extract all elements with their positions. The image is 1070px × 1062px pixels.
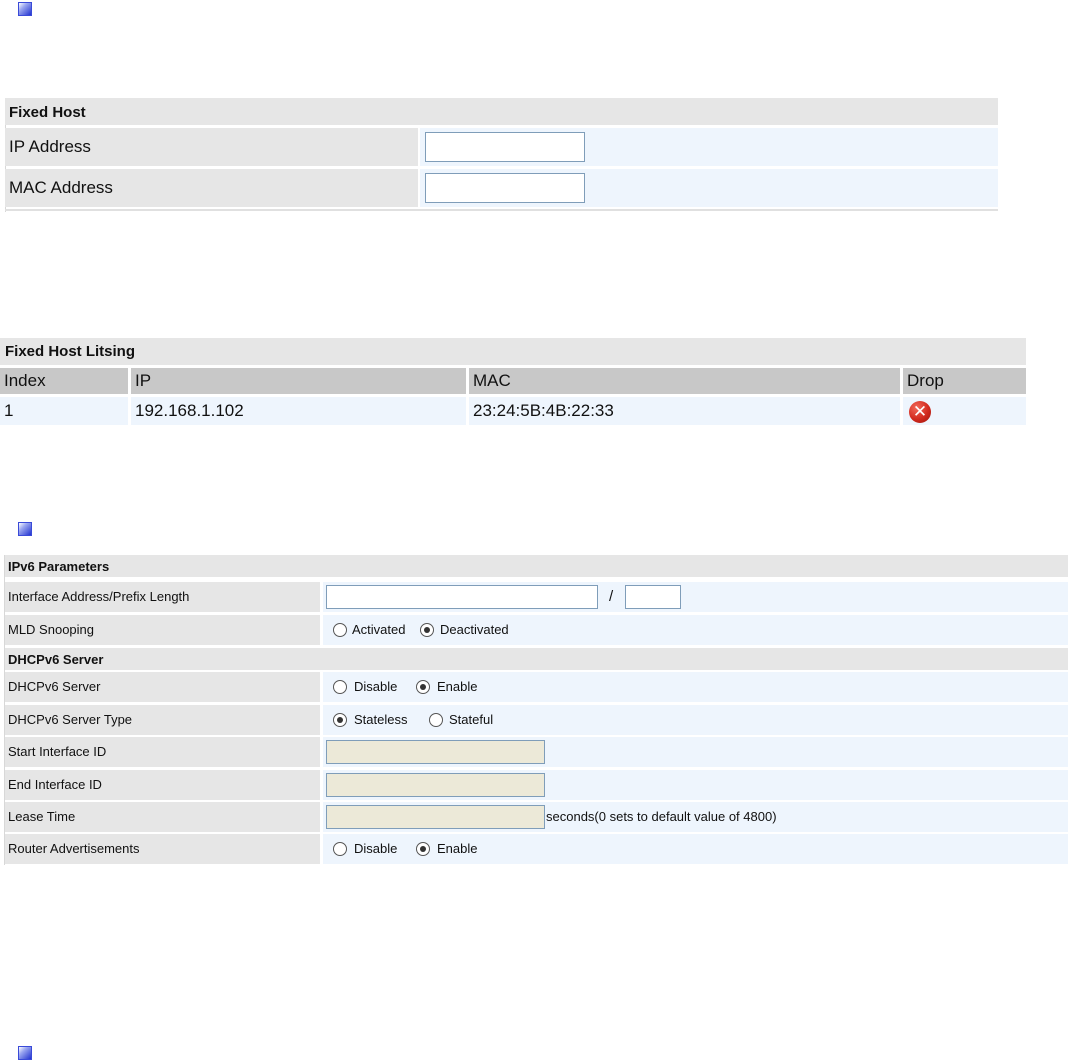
mac-address-row: MAC Address xyxy=(5,169,998,209)
dhcpv6-server-label: DHCPv6 Server xyxy=(4,672,320,702)
lease-time-input[interactable] xyxy=(326,805,545,829)
start-interface-id-row: Start Interface ID xyxy=(4,737,1068,767)
prefix-length-input[interactable] xyxy=(625,585,681,609)
start-interface-id-label: Start Interface ID xyxy=(4,737,320,767)
mld-activated-label: Activated xyxy=(352,622,406,637)
interface-address-input[interactable] xyxy=(326,585,598,609)
ra-enable-radio[interactable] xyxy=(416,842,430,856)
listing-title: Fixed Host Litsing xyxy=(0,338,1026,365)
dhcpv6-enable-label: Enable xyxy=(437,679,478,694)
table-cell-drop: ✕ xyxy=(903,397,1026,425)
section-bullet-icon xyxy=(18,2,32,16)
end-interface-id-input[interactable] xyxy=(326,773,545,797)
column-header-index: Index xyxy=(0,368,128,394)
ip-address-row: IP Address xyxy=(5,128,998,168)
mac-address-input[interactable] xyxy=(425,173,585,203)
ra-disable-radio[interactable] xyxy=(333,842,347,856)
ip-address-input[interactable] xyxy=(425,132,585,162)
end-interface-id-label: End Interface ID xyxy=(4,770,320,800)
stateless-radio[interactable] xyxy=(333,713,347,727)
dhcpv6-disable-label: Disable xyxy=(354,679,398,694)
dhcpv6-enable-radio[interactable] xyxy=(416,680,430,694)
dhcpv6-server-type-label: DHCPv6 Server Type xyxy=(4,705,320,735)
router-advertisements-row: Router Advertisements Disable Enable xyxy=(4,834,1068,864)
mld-deactivated-radio[interactable] xyxy=(420,623,434,637)
section-bullet-icon xyxy=(18,522,32,536)
fixed-host-panel: Fixed Host IP Address MAC Address xyxy=(5,98,998,212)
ra-disable-label: Disable xyxy=(354,841,398,856)
mld-activated-radio[interactable] xyxy=(333,623,347,637)
column-header-drop: Drop xyxy=(903,368,1026,394)
ipv6-parameters-panel: IPv6 Parameters Interface Address/Prefix… xyxy=(4,555,1068,865)
dhcpv6-disable-radio[interactable] xyxy=(333,680,347,694)
fixed-host-listing: Fixed Host Litsing Index IP MAC Drop 1 1… xyxy=(0,338,1026,428)
stateless-label: Stateless xyxy=(354,712,408,727)
column-header-ip: IP xyxy=(131,368,466,394)
table-cell-index: 1 xyxy=(0,397,128,425)
ra-enable-label: Enable xyxy=(437,841,478,856)
lease-time-hint: seconds(0 sets to default value of 4800) xyxy=(546,809,777,824)
table-cell-ip: 192.168.1.102 xyxy=(131,397,466,425)
dhcpv6-server-type-row: DHCPv6 Server Type Stateless Stateful xyxy=(4,705,1068,735)
slash-separator: / xyxy=(609,588,614,605)
fixed-host-title: Fixed Host xyxy=(5,98,998,125)
divider xyxy=(4,555,5,865)
section-bullet-icon xyxy=(18,1046,32,1060)
mld-deactivated-label: Deactivated xyxy=(440,622,509,637)
interface-address-label: Interface Address/Prefix Length xyxy=(4,582,320,612)
divider xyxy=(5,209,998,211)
mld-snooping-row: MLD Snooping Activated Deactivated xyxy=(4,615,1068,645)
mld-snooping-label: MLD Snooping xyxy=(4,615,320,645)
ip-address-label: IP Address xyxy=(5,128,418,166)
dhcpv6-server-row: DHCPv6 Server Disable Enable xyxy=(4,672,1068,702)
end-interface-id-row: End Interface ID xyxy=(4,770,1068,800)
interface-address-row: Interface Address/Prefix Length / xyxy=(4,582,1068,612)
stateful-radio[interactable] xyxy=(429,713,443,727)
router-advertisements-label: Router Advertisements xyxy=(4,834,320,864)
lease-time-label: Lease Time xyxy=(4,802,320,832)
ipv6-section-title: IPv6 Parameters xyxy=(4,555,1068,577)
start-interface-id-input[interactable] xyxy=(326,740,545,764)
table-cell-mac: 23:24:5B:4B:22:33 xyxy=(469,397,900,425)
dhcpv6-section-title: DHCPv6 Server xyxy=(4,648,1068,670)
mac-address-label: MAC Address xyxy=(5,169,418,207)
delete-x-icon[interactable]: ✕ xyxy=(909,401,931,423)
lease-time-row: Lease Time seconds(0 sets to default val… xyxy=(4,802,1068,832)
stateful-label: Stateful xyxy=(449,712,494,727)
column-header-mac: MAC xyxy=(469,368,900,394)
